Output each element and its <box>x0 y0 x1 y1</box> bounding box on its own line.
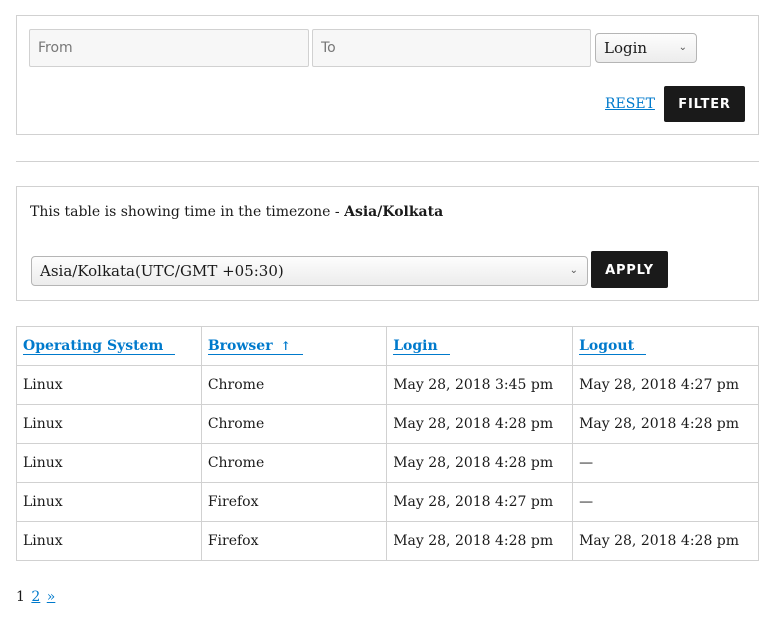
timezone-message: This table is showing time in the timezo… <box>30 204 443 220</box>
sessions-table: Operating System Browser ↑ Login Logout L… <box>16 326 759 561</box>
cell-browser: Chrome <box>200 365 388 405</box>
sort-by-logout-link[interactable]: Logout <box>579 338 647 355</box>
filter-type-select[interactable]: Login ⌄ <box>595 33 697 63</box>
table-row: Linux Chrome May 28, 2018 4:28 pm May 28… <box>16 404 759 444</box>
timezone-panel: This table is showing time in the timezo… <box>16 186 759 301</box>
cell-os: Linux <box>16 521 202 561</box>
column-header-logout: Logout <box>572 326 759 366</box>
chevron-down-icon: ⌄ <box>678 42 687 53</box>
filter-button[interactable]: FILTER <box>664 86 745 122</box>
reset-link[interactable]: RESET <box>605 96 655 112</box>
cell-os: Linux <box>16 443 202 483</box>
cell-login: May 28, 2018 3:45 pm <box>386 365 574 405</box>
section-divider <box>16 161 759 162</box>
filter-panel: Login ⌄ RESET FILTER <box>16 15 759 135</box>
column-label: Login <box>393 338 438 354</box>
sort-by-browser-link[interactable]: Browser ↑ <box>207 338 303 355</box>
chevron-down-icon: ⌄ <box>569 265 578 276</box>
table-row: Linux Firefox May 28, 2018 4:27 pm — <box>16 482 759 522</box>
column-label: Logout <box>579 338 635 354</box>
cell-browser: Firefox <box>200 521 388 561</box>
cell-login: May 28, 2018 4:28 pm <box>386 521 574 561</box>
page-2-link[interactable]: 2 <box>31 589 40 605</box>
cell-os: Linux <box>16 365 202 405</box>
apply-button[interactable]: APPLY <box>591 251 668 288</box>
cell-logout: — <box>572 482 759 522</box>
table-row: Linux Firefox May 28, 2018 4:28 pm May 2… <box>16 521 759 561</box>
table-header-row: Operating System Browser ↑ Login Logout <box>16 326 759 366</box>
cell-os: Linux <box>16 482 202 522</box>
from-date-input[interactable] <box>29 29 309 67</box>
cell-login: May 28, 2018 4:28 pm <box>386 443 574 483</box>
cell-logout: May 28, 2018 4:28 pm <box>572 404 759 444</box>
cell-logout: May 28, 2018 4:28 pm <box>572 521 759 561</box>
cell-browser: Chrome <box>200 443 388 483</box>
filter-type-selected-value: Login <box>604 39 648 57</box>
column-header-browser: Browser ↑ <box>200 326 388 366</box>
cell-browser: Firefox <box>200 482 388 522</box>
cell-logout: May 28, 2018 4:27 pm <box>572 365 759 405</box>
timezone-select[interactable]: Asia/Kolkata(UTC/GMT +05:30) ⌄ <box>31 256 588 286</box>
current-page: 1 <box>16 589 25 605</box>
sort-ascending-icon: ↑ <box>280 339 291 353</box>
cell-logout: — <box>572 443 759 483</box>
next-page-link[interactable]: » <box>47 589 56 605</box>
column-header-login: Login <box>386 326 574 366</box>
column-label: Operating System <box>23 338 164 354</box>
pagination: 1 2 » <box>16 589 55 605</box>
column-header-os: Operating System <box>16 326 202 366</box>
cell-login: May 28, 2018 4:27 pm <box>386 482 574 522</box>
cell-browser: Chrome <box>200 404 388 444</box>
table-row: Linux Chrome May 28, 2018 3:45 pm May 28… <box>16 365 759 405</box>
sort-by-login-link[interactable]: Login <box>393 338 450 355</box>
cell-login: May 28, 2018 4:28 pm <box>386 404 574 444</box>
sort-by-os-link[interactable]: Operating System <box>23 338 176 355</box>
cell-os: Linux <box>16 404 202 444</box>
column-label: Browser <box>207 338 273 354</box>
timezone-message-prefix: This table is showing time in the timezo… <box>30 204 345 220</box>
table-row: Linux Chrome May 28, 2018 4:28 pm — <box>16 443 759 483</box>
timezone-selected-value: Asia/Kolkata(UTC/GMT +05:30) <box>40 262 284 280</box>
to-date-input[interactable] <box>312 29 591 67</box>
timezone-current-zone: Asia/Kolkata <box>344 204 444 220</box>
